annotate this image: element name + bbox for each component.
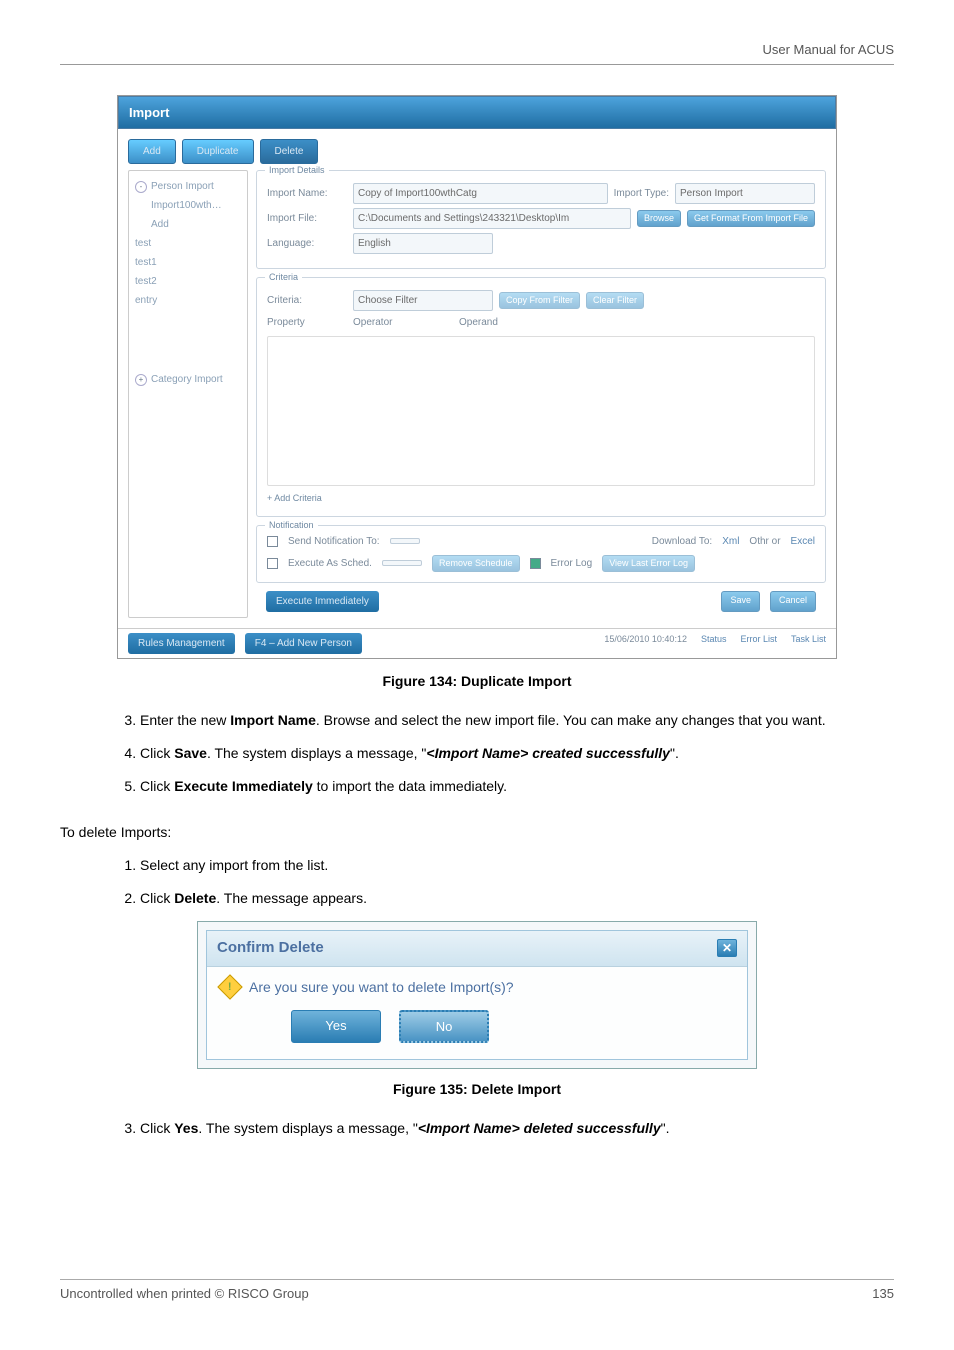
group-title: Criteria [265, 271, 302, 285]
status-label: Status [701, 633, 727, 654]
cancel-button[interactable]: Cancel [770, 591, 816, 612]
close-icon[interactable]: ✕ [717, 939, 737, 957]
col-operator: Operator [353, 315, 453, 330]
language-select[interactable]: English [353, 233, 493, 254]
tree-item[interactable]: Person Import [151, 179, 214, 194]
sched-field[interactable] [382, 560, 422, 566]
label-criteria: Criteria: [267, 293, 347, 308]
tree-item[interactable]: Category Import [151, 372, 223, 387]
dialog-title: Confirm Delete [217, 937, 324, 960]
label-import-name: Import Name: [267, 186, 347, 201]
error-list-link[interactable]: Error List [740, 633, 777, 654]
page-header: User Manual for ACUS [60, 40, 894, 65]
label-exec-sched: Execute As Sched. [288, 556, 372, 571]
execute-immediately-button[interactable]: Execute Immediately [266, 591, 379, 612]
label-import-file: Import File: [267, 211, 347, 226]
tree-item[interactable]: test2 [135, 272, 241, 291]
download-excel-link[interactable]: Excel [791, 534, 815, 549]
label-language: Language: [267, 236, 347, 251]
step-4: Click Save. The system displays a messag… [140, 743, 864, 764]
collapse-icon[interactable]: - [135, 181, 147, 193]
group-title: Notification [265, 519, 318, 533]
page-footer: Uncontrolled when printed © RISCO Group … [60, 1279, 894, 1304]
save-button[interactable]: Save [721, 591, 760, 612]
tree-item[interactable]: Import100wth… [135, 196, 241, 215]
notification-to-field[interactable] [390, 538, 420, 544]
tree-item[interactable]: test [135, 234, 241, 253]
steps-list: Enter the new Import Name. Browse and se… [140, 710, 864, 797]
clear-filter-button[interactable]: Clear Filter [586, 292, 644, 310]
step-5: Click Execute Immediately to import the … [140, 776, 864, 797]
step-1: Select any import from the list. [140, 855, 864, 876]
import-file-field[interactable]: C:\Documents and Settings\243321\Desktop… [353, 208, 631, 229]
tab-delete[interactable]: Delete [260, 139, 319, 164]
exec-sched-checkbox[interactable] [267, 558, 278, 569]
dialog-message: Are you sure you want to delete Import(s… [249, 977, 514, 998]
remove-schedule-button[interactable]: Remove Schedule [432, 555, 520, 573]
add-criteria-link[interactable]: + Add Criteria [267, 486, 815, 506]
label-import-type: Import Type: [614, 186, 669, 201]
footer-left: Uncontrolled when printed © RISCO Group [60, 1284, 309, 1304]
window-title: Import [118, 96, 836, 130]
view-error-log-button[interactable]: View Last Error Log [602, 555, 695, 573]
status-bar: Rules Management F4 – Add New Person 15/… [118, 628, 836, 658]
step-3: Click Yes. The system displays a message… [140, 1118, 864, 1139]
group-import-details: Import Details Import Name: Copy of Impo… [256, 170, 826, 269]
criteria-list [267, 336, 815, 486]
import-type-select[interactable]: Person Import [675, 183, 815, 204]
browse-button[interactable]: Browse [637, 210, 681, 228]
tree-item[interactable]: test1 [135, 253, 241, 272]
send-notification-checkbox[interactable] [267, 536, 278, 547]
figure-caption: Figure 134: Duplicate Import [60, 671, 894, 692]
import-name-field[interactable]: Copy of Import100wthCatg [353, 183, 608, 204]
steps-list: Select any import from the list. Click D… [140, 855, 864, 909]
label-or: Othr or [749, 534, 780, 549]
section-delete-imports: To delete Imports: [60, 822, 894, 843]
figure-135-confirm-delete: Confirm Delete ✕ ! Are you sure you want… [197, 921, 757, 1069]
group-criteria: Criteria Criteria: Choose Filter Copy Fr… [256, 277, 826, 517]
task-list-link[interactable]: Task List [791, 633, 826, 654]
col-operand: Operand [459, 315, 498, 330]
figure-134-import-window: Import Add Duplicate Delete -Person Impo… [117, 95, 837, 660]
label-error-log: Error Log [551, 556, 593, 571]
tab-duplicate[interactable]: Duplicate [182, 139, 254, 164]
copy-from-filter-button[interactable]: Copy From Filter [499, 292, 580, 310]
step-3: Enter the new Import Name. Browse and se… [140, 710, 864, 731]
tab-add[interactable]: Add [128, 139, 176, 164]
col-property: Property [267, 315, 347, 330]
rules-management-button[interactable]: Rules Management [128, 633, 235, 654]
label-download-to: Download To: [652, 534, 712, 549]
yes-button[interactable]: Yes [291, 1010, 381, 1044]
import-tree[interactable]: -Person Import Import100wth… Add test te… [128, 170, 248, 618]
error-log-checkbox[interactable] [530, 558, 541, 569]
download-xml-link[interactable]: Xml [722, 534, 739, 549]
tree-item[interactable]: entry [135, 291, 241, 310]
status-datetime: 15/06/2010 10:40:12 [604, 633, 687, 654]
expand-icon[interactable]: + [135, 374, 147, 386]
get-format-button[interactable]: Get Format From Import File [687, 210, 815, 228]
group-notification: Notification Send Notification To: Downl… [256, 525, 826, 584]
step-2: Click Delete. The message appears. [140, 888, 864, 909]
label-send-notification: Send Notification To: [288, 534, 380, 549]
page-number: 135 [872, 1284, 894, 1304]
steps-list: Click Yes. The system displays a message… [140, 1118, 864, 1139]
tree-item[interactable]: Add [135, 215, 241, 234]
warning-icon: ! [217, 974, 242, 999]
figure-caption: Figure 135: Delete Import [60, 1079, 894, 1100]
no-button[interactable]: No [399, 1010, 489, 1044]
filter-select[interactable]: Choose Filter [353, 290, 493, 311]
add-new-person-button[interactable]: F4 – Add New Person [245, 633, 362, 654]
group-title: Import Details [265, 164, 329, 178]
